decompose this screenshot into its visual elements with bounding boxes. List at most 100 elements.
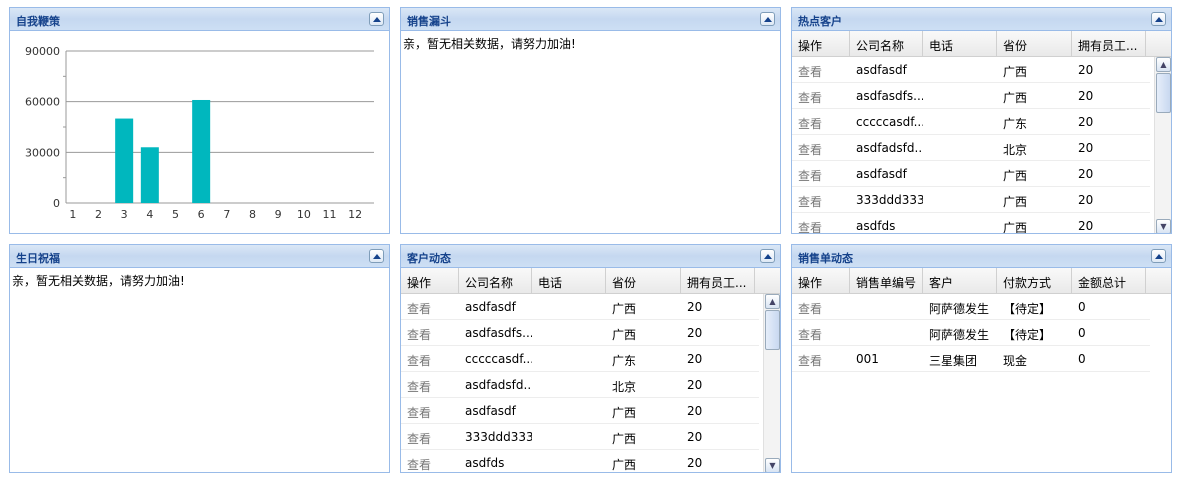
orders-grid: 操作 销售单编号 客户 付款方式 金额总计 查看 阿萨德发生 【待定】 0 查看 阿萨德发生 【待定】… (792, 268, 1171, 472)
table-cell: 阿萨德发生 (929, 302, 990, 316)
table-row[interactable]: 查看 asdfasdf 广西 20 (401, 294, 759, 320)
collapse-icon[interactable] (1151, 12, 1166, 26)
table-cell: 333ddd333 (856, 193, 923, 207)
scrollbar[interactable]: ▲ ▼ (1154, 57, 1171, 233)
view-link[interactable]: 查看 (792, 294, 850, 319)
collapse-icon[interactable] (760, 249, 775, 263)
view-link[interactable]: 查看 (792, 320, 850, 345)
empty-message: 亲，暂无相关数据，请努力加油! (12, 274, 185, 288)
column-header[interactable]: 电话 (532, 268, 606, 293)
column-header[interactable]: 操作 (792, 31, 850, 56)
table-cell: 20 (687, 430, 703, 444)
x-tick-label: 6 (198, 208, 205, 221)
table-cell: 广西 (612, 328, 637, 342)
table-cell: 广西 (612, 302, 637, 316)
collapse-icon[interactable] (369, 12, 384, 26)
grid-header: 操作 公司名称 电话 省份 拥有员工... (401, 268, 780, 294)
collapse-icon[interactable] (369, 249, 384, 263)
view-link[interactable]: 查看 (792, 109, 850, 134)
panel-title: 销售漏斗 (407, 15, 451, 28)
table-cell: 广西 (1003, 169, 1028, 183)
table-row[interactable]: 查看 asdfasdf 广西 20 (401, 398, 759, 424)
column-header[interactable]: 公司名称 (850, 31, 923, 56)
column-header[interactable]: 操作 (401, 268, 459, 293)
table-row[interactable]: 查看 asdfadsfd... 北京 20 (401, 372, 759, 398)
table-cell: 三星集团 (929, 354, 978, 368)
scroll-down-icon[interactable]: ▼ (765, 458, 780, 472)
table-row[interactable]: 查看 asdfasdfs... 广西 20 (401, 320, 759, 346)
column-header[interactable]: 销售单编号 (850, 268, 923, 293)
view-link[interactable]: 查看 (792, 213, 850, 233)
scroll-up-icon[interactable]: ▲ (1156, 57, 1171, 72)
table-row[interactable]: 查看 asdfds 广西 20 (792, 213, 1150, 234)
view-link[interactable]: 查看 (792, 161, 850, 186)
table-cell (923, 135, 997, 160)
column-header[interactable]: 省份 (997, 31, 1072, 56)
table-row[interactable]: 查看 cccccasdf... 广东 20 (792, 109, 1150, 135)
table-row[interactable]: 查看 333ddd333 广西 20 (401, 424, 759, 450)
y-tick-label: 30000 (25, 146, 60, 159)
bar (140, 147, 159, 203)
bar-chart: 03000060000900001 2 3 4 5 6 7 8 9 10 11 12 (25, 45, 374, 221)
table-cell (532, 398, 606, 423)
table-row[interactable]: 查看 asdfasdf 广西 20 (792, 57, 1150, 83)
table-row[interactable]: 查看 asdfadsfd... 北京 20 (792, 135, 1150, 161)
column-header[interactable]: 拥有员工... (681, 268, 755, 293)
view-link[interactable]: 查看 (401, 320, 459, 345)
collapse-icon[interactable] (760, 12, 775, 26)
column-header[interactable]: 金额总计 (1072, 268, 1146, 293)
table-cell (532, 372, 606, 397)
column-header[interactable]: 客户 (923, 268, 997, 293)
table-row[interactable]: 查看 001 三星集团 现金 0 (792, 346, 1150, 372)
x-tick-label: 5 (172, 208, 179, 221)
view-link[interactable]: 查看 (401, 346, 459, 371)
view-link[interactable]: 查看 (401, 398, 459, 423)
view-link[interactable]: 查看 (792, 83, 850, 108)
view-link[interactable]: 查看 (401, 450, 459, 472)
column-header[interactable]: 省份 (606, 268, 681, 293)
scroll-thumb[interactable] (1156, 73, 1171, 113)
view-link[interactable]: 查看 (792, 346, 850, 371)
table-cell: asdfasdf (465, 300, 516, 314)
table-cell: 20 (1078, 167, 1094, 181)
y-tick-label: 90000 (25, 45, 60, 58)
table-cell: 【待定】 (1003, 328, 1052, 342)
scroll-up-icon[interactable]: ▲ (765, 294, 780, 309)
table-cell: asdfds (856, 219, 896, 233)
x-tick-label: 1 (69, 208, 76, 221)
y-tick-label: 60000 (25, 96, 60, 109)
view-link[interactable]: 查看 (792, 135, 850, 160)
table-cell: asdfasdfs... (856, 89, 923, 103)
collapse-icon[interactable] (1151, 249, 1166, 263)
view-link[interactable]: 查看 (792, 187, 850, 212)
table-cell: 广西 (1003, 221, 1028, 234)
column-header[interactable]: 付款方式 (997, 268, 1072, 293)
panel-title: 销售单动态 (798, 252, 853, 265)
table-row[interactable]: 查看 asdfasdf 广西 20 (792, 161, 1150, 187)
table-row[interactable]: 查看 asdfds 广西 20 (401, 450, 759, 472)
x-tick-label: 7 (223, 208, 230, 221)
table-row[interactable]: 查看 阿萨德发生 【待定】 0 (792, 320, 1150, 346)
scroll-thumb[interactable] (765, 310, 780, 350)
table-cell: 333ddd333 (465, 430, 532, 444)
view-link[interactable]: 查看 (792, 57, 850, 82)
column-header[interactable]: 电话 (923, 31, 997, 56)
table-cell (923, 161, 997, 186)
table-cell: 广西 (1003, 91, 1028, 105)
column-header[interactable]: 公司名称 (459, 268, 532, 293)
x-tick-label: 9 (275, 208, 282, 221)
table-row[interactable]: 查看 333ddd333 广西 20 (792, 187, 1150, 213)
view-link[interactable]: 查看 (401, 294, 459, 319)
panel-customer-activity: 客户动态 操作 公司名称 电话 省份 拥有员工... 查看 asdfasdf 广西 20 查看 as… (400, 244, 781, 473)
table-cell: asdfadsfd... (856, 141, 923, 155)
view-link[interactable]: 查看 (401, 424, 459, 449)
scroll-down-icon[interactable]: ▼ (1156, 219, 1171, 233)
table-row[interactable]: 查看 asdfasdfs... 广西 20 (792, 83, 1150, 109)
view-link[interactable]: 查看 (401, 372, 459, 397)
table-row[interactable]: 查看 阿萨德发生 【待定】 0 (792, 294, 1150, 320)
table-cell: 阿萨德发生 (929, 328, 990, 342)
column-header[interactable]: 拥有员工... (1072, 31, 1146, 56)
table-row[interactable]: 查看 cccccasdf... 广东 20 (401, 346, 759, 372)
column-header[interactable]: 操作 (792, 268, 850, 293)
scrollbar[interactable]: ▲ ▼ (763, 294, 780, 472)
